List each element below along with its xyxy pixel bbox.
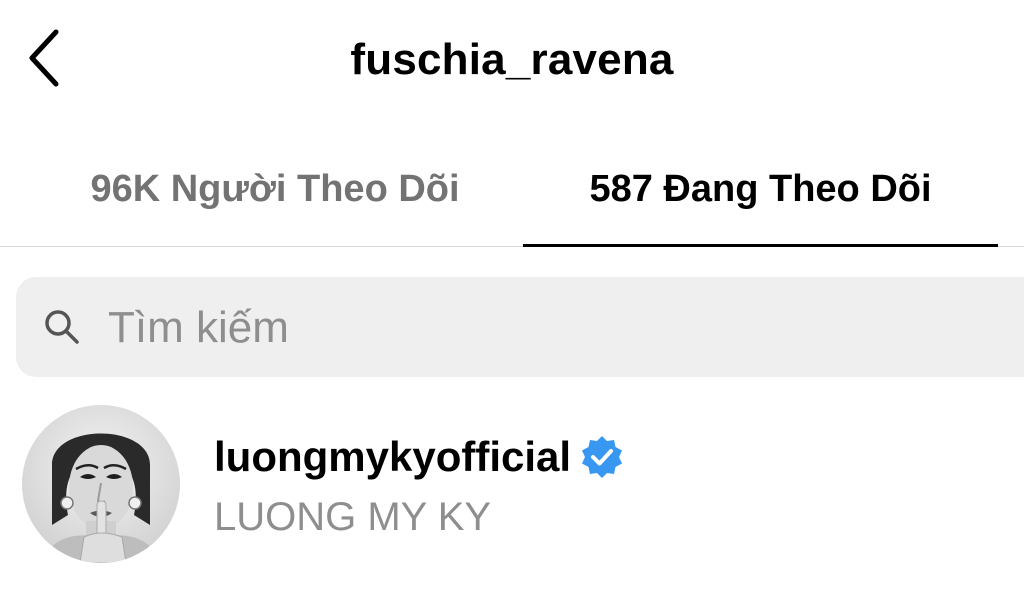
full-name: LUONG MY KY (214, 495, 492, 539)
username-line: luongmykyofficial (214, 430, 625, 484)
tab-bar: 96K Người Theo Dõi 587 Đang Theo Dõi (0, 150, 1024, 247)
avatar-portrait (22, 405, 180, 563)
active-tab-indicator (523, 244, 998, 247)
avatar[interactable] (22, 405, 180, 563)
page-title: fuschia_ravena (350, 35, 674, 84)
search-input[interactable]: Tìm kiếm (16, 277, 1024, 377)
following-screen: fuschia_ravena 96K Người Theo Dõi 587 Đa… (0, 0, 1024, 592)
verified-badge-icon (582, 436, 623, 478)
list-item[interactable]: luongmykyofficial LUONG MY KY (0, 400, 1024, 580)
tab-followers[interactable]: 96K Người Theo Dõi (30, 150, 520, 246)
search-placeholder: Tìm kiếm (108, 303, 289, 352)
tab-following-label: 587 Đang Theo Dõi (589, 168, 932, 210)
tab-followers-label: 96K Người Theo Dõi (90, 168, 460, 210)
header: fuschia_ravena (0, 0, 1024, 124)
tab-following[interactable]: 587 Đang Theo Dõi (523, 150, 998, 247)
search-icon (45, 310, 79, 344)
username[interactable]: luongmykyofficial (214, 430, 571, 484)
